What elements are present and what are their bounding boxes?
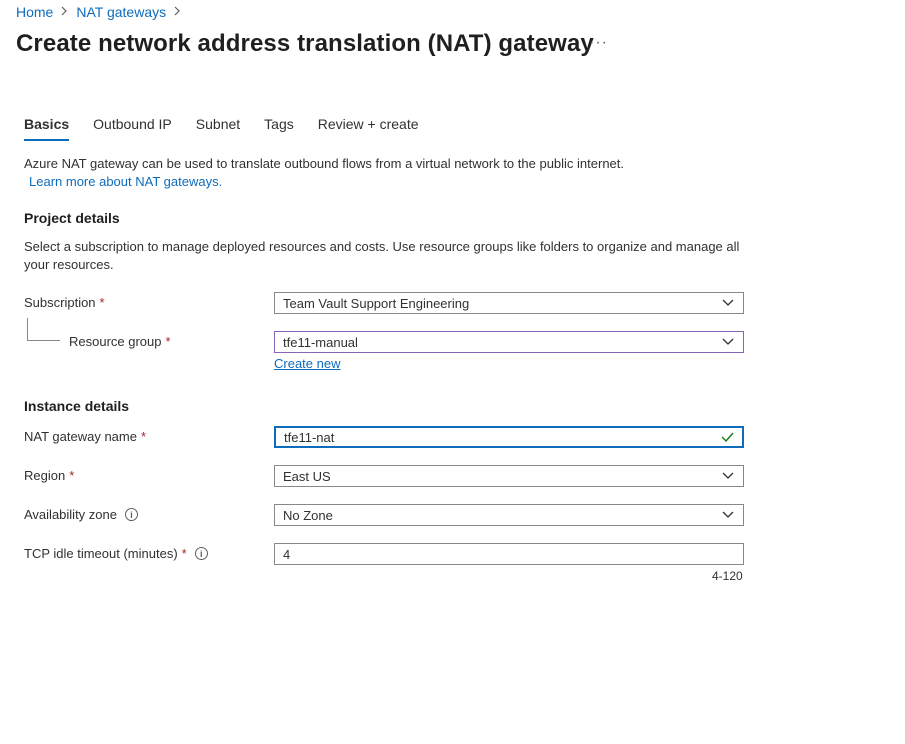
availability-zone-label: Availability zone i <box>24 507 138 522</box>
page-title: Create network address translation (NAT)… <box>16 30 594 57</box>
intro-text-block: Azure NAT gateway can be used to transla… <box>24 155 744 191</box>
chevron-down-icon <box>713 331 743 353</box>
chevron-right-icon <box>61 5 68 19</box>
nat-gateway-name-value: tfe11-nat <box>284 429 335 445</box>
subscription-dropdown[interactable]: Team Vault Support Engineering <box>274 292 744 314</box>
subscription-label-text: Subscription <box>24 295 96 310</box>
nat-gateway-name-input[interactable]: tfe11-nat <box>274 426 744 448</box>
tree-connector <box>27 318 60 341</box>
create-new-resource-group-link[interactable]: Create new <box>274 356 340 371</box>
project-details-description: Select a subscription to manage deployed… <box>24 239 740 272</box>
info-icon[interactable]: i <box>194 547 208 560</box>
availability-zone-dropdown[interactable]: No Zone <box>274 504 744 526</box>
region-dropdown[interactable]: East US <box>274 465 744 487</box>
tab-review-create[interactable]: Review + create <box>318 116 419 141</box>
breadcrumb-nat-gateways-link[interactable]: NAT gateways <box>76 4 166 20</box>
chevron-down-icon <box>713 465 743 487</box>
tcp-idle-timeout-input[interactable]: 4 <box>274 543 744 565</box>
breadcrumb-home-link[interactable]: Home <box>16 4 53 20</box>
tcp-idle-timeout-label-text: TCP idle timeout (minutes) <box>24 546 178 561</box>
info-icon[interactable]: i <box>124 508 138 521</box>
nat-gateway-name-label-text: NAT gateway name <box>24 429 137 444</box>
instance-details-heading: Instance details <box>24 398 130 414</box>
required-asterisk: * <box>140 429 147 444</box>
tcp-idle-timeout-value: 4 <box>283 546 291 562</box>
chevron-down-icon <box>713 292 743 314</box>
tcp-idle-timeout-label: TCP idle timeout (minutes) * i <box>24 546 208 561</box>
required-asterisk: * <box>69 468 75 483</box>
resource-group-value: tfe11-manual <box>283 334 358 350</box>
availability-zone-label-text: Availability zone <box>24 507 117 522</box>
wizard-tabs: Basics Outbound IP Subnet Tags Review + … <box>24 116 443 141</box>
subscription-label: Subscription * <box>24 295 105 310</box>
learn-more-link[interactable]: Learn more about NAT gateways. <box>29 174 222 189</box>
required-asterisk: * <box>165 334 171 349</box>
more-options-icon[interactable]: ··· <box>589 34 608 52</box>
resource-group-dropdown[interactable]: tfe11-manual <box>274 331 744 353</box>
required-asterisk: * <box>181 546 187 561</box>
chevron-right-icon <box>174 5 181 19</box>
chevron-down-icon <box>713 504 743 526</box>
tab-basics[interactable]: Basics <box>24 116 70 141</box>
tcp-idle-timeout-range: 4-120 <box>712 569 743 583</box>
tab-subnet[interactable]: Subnet <box>196 116 240 141</box>
required-asterisk: * <box>99 295 105 310</box>
availability-zone-value: No Zone <box>283 507 333 523</box>
nat-gateway-name-label: NAT gateway name * <box>24 429 146 444</box>
resource-group-label: Resource group * <box>69 334 171 349</box>
tab-tags[interactable]: Tags <box>264 116 294 141</box>
breadcrumb: Home NAT gateways <box>16 4 189 20</box>
checkmark-icon <box>712 426 742 448</box>
tab-outbound-ip[interactable]: Outbound IP <box>93 116 172 141</box>
region-label: Region * <box>24 468 74 483</box>
intro-text: Azure NAT gateway can be used to transla… <box>24 156 625 171</box>
project-details-heading: Project details <box>24 210 120 226</box>
region-label-text: Region <box>24 468 66 483</box>
resource-group-label-text: Resource group <box>69 334 162 349</box>
region-value: East US <box>283 468 331 484</box>
subscription-value: Team Vault Support Engineering <box>283 295 470 311</box>
